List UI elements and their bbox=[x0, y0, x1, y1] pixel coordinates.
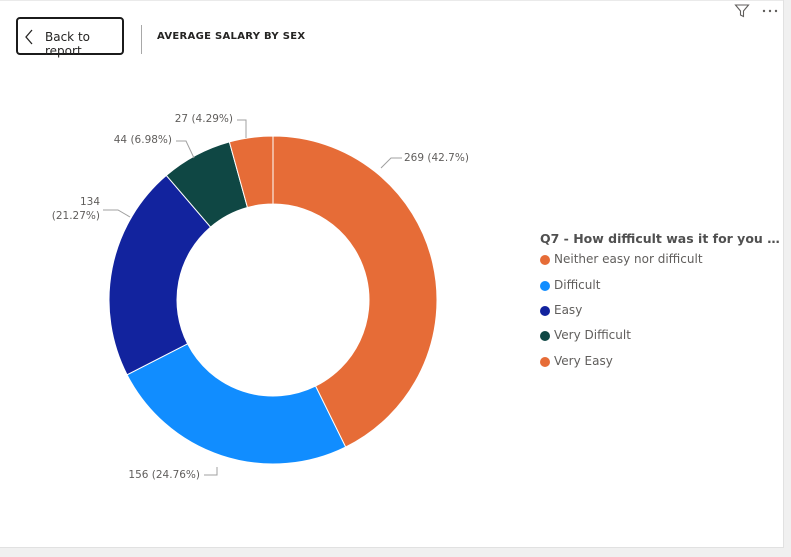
leader-line bbox=[380, 157, 402, 169]
legend-item[interactable]: Very Easy bbox=[540, 353, 613, 369]
data-label: 27 (4.29%) bbox=[175, 113, 233, 125]
data-label: 44 (6.98%) bbox=[114, 134, 172, 146]
data-label: 134 (21.27%) bbox=[52, 196, 101, 222]
legend-dot bbox=[540, 305, 550, 316]
legend-label: Very Easy bbox=[554, 354, 613, 368]
legend-dot bbox=[540, 280, 550, 291]
leader-line bbox=[237, 119, 247, 138]
legend-dot bbox=[540, 356, 550, 367]
data-label: 269 (42.7%) bbox=[404, 152, 469, 164]
legend-dot bbox=[540, 254, 550, 265]
leader-line bbox=[176, 140, 195, 159]
legend-item[interactable]: Neither easy nor difficult bbox=[540, 251, 703, 267]
legend-label: Neither easy nor difficult bbox=[554, 252, 703, 266]
legend-item[interactable]: Easy bbox=[540, 302, 582, 318]
leader-line bbox=[103, 209, 131, 218]
donut-chart: 269 (42.7%) 156 (24.76%) 134 (21.27%) 44 (6.… bbox=[52, 113, 469, 481]
data-label: 156 (24.76%) bbox=[128, 469, 200, 481]
legend-item[interactable]: Very Difficult bbox=[540, 327, 631, 343]
legend-label: Easy bbox=[554, 303, 583, 317]
donut-slice[interactable] bbox=[126, 343, 347, 465]
leader-line bbox=[204, 467, 218, 476]
legend-label: Very Difficult bbox=[554, 328, 631, 342]
legend-item[interactable]: Difficult bbox=[540, 277, 600, 293]
visual-page: Back to report AVERAGE SALARY BY SEX 269… bbox=[0, 0, 784, 548]
legend-title: Q7 - How difficult was it for you to b..… bbox=[540, 231, 783, 246]
legend-label: Difficult bbox=[554, 278, 601, 292]
legend-dot bbox=[540, 330, 550, 341]
